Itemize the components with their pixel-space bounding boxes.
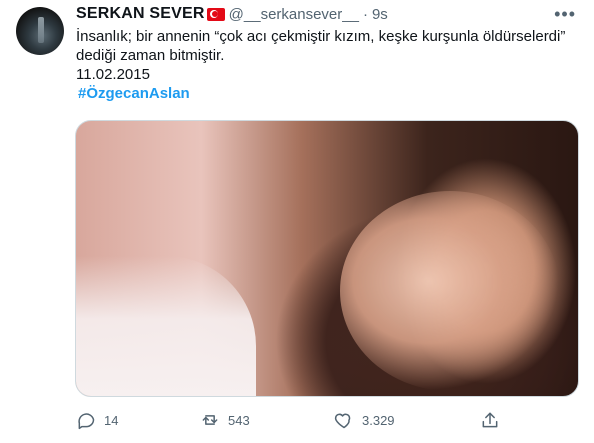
turkey-flag-icon [206,7,225,21]
tweet-text: İnsanlık; bir annenin “çok acı çekmiştir… [76,27,576,103]
reply-icon [76,410,96,430]
tweet-header: SERKAN SEVER @__serkansever__ · 9s [76,5,388,23]
author-handle[interactable]: @__serkansever__ [229,6,359,23]
retweet-button[interactable]: 543 [200,410,250,430]
reply-button[interactable]: 14 [76,410,118,430]
like-icon [334,410,354,430]
separator-dot: · [362,5,368,23]
tweet-text-line-2: dediği zaman bitmiştir. [76,47,225,64]
tweet-text-line-1: İnsanlık; bir annenin “çok acı çekmiştir… [76,28,566,45]
more-horizontal-icon: ••• [554,4,576,24]
share-button[interactable] [480,410,500,430]
like-count: 3.329 [362,412,395,428]
avatar[interactable] [16,7,64,55]
reply-count: 14 [104,412,119,428]
tweet-time[interactable]: 9s [372,6,388,23]
author-name[interactable]: SERKAN SEVER [76,5,205,23]
retweet-icon [200,410,220,430]
hashtag-link[interactable]: #ÖzgecanAslan [78,84,576,103]
retweet-count: 543 [228,412,250,428]
more-options-button[interactable]: ••• [554,4,576,25]
tweet-media-image[interactable] [75,120,579,397]
share-icon [480,410,500,430]
tweet-actions: 14 543 3.329 [76,410,576,432]
like-button[interactable]: 3.329 [334,410,395,430]
tweet-text-date: 11.02.2015 [76,66,150,83]
